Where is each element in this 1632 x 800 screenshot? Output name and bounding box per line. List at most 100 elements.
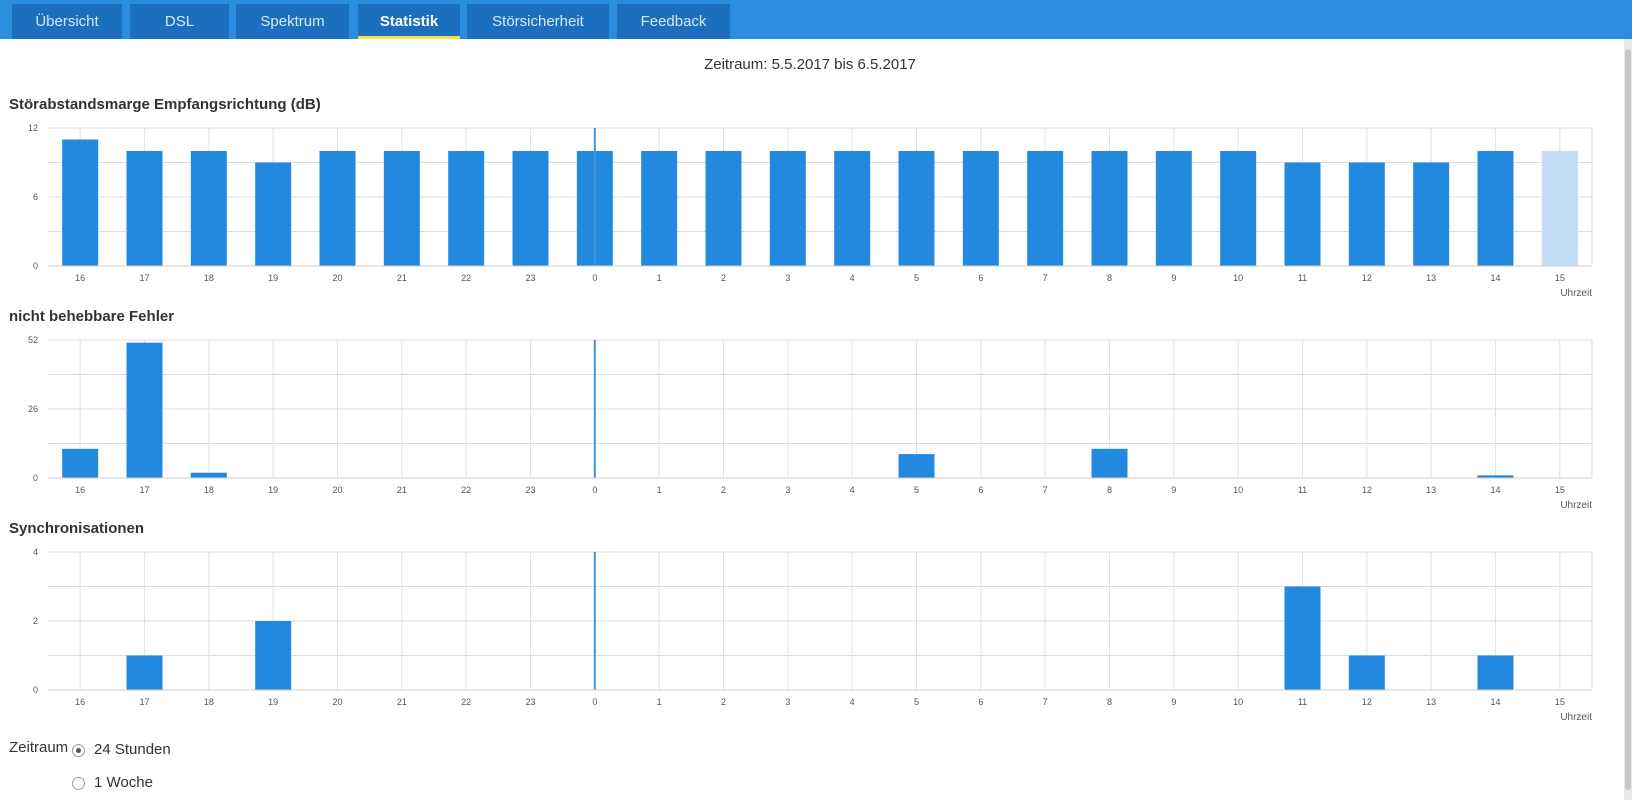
x-tick-label: 9: [1171, 697, 1176, 707]
x-tick-label: 5: [914, 273, 919, 283]
tab-spectrum[interactable]: Spektrum: [236, 4, 349, 39]
period-text: Zeitraum: 5.5.2017 bis 6.5.2017: [704, 56, 916, 73]
x-tick-label: 14: [1490, 485, 1500, 495]
x-tick-label: 0: [592, 485, 597, 495]
bar: [962, 151, 999, 266]
tab-label: Störsicherheit: [492, 13, 584, 30]
y-tick-label: 26: [28, 404, 38, 414]
x-tick-label: 22: [461, 485, 471, 495]
chart-title-snr-margin: Störabstandsmarge Empfangsrichtung (dB): [9, 96, 321, 113]
x-tick-label: 21: [397, 697, 407, 707]
x-axis-label: Uhrzeit: [1560, 288, 1592, 299]
bar: [1348, 655, 1385, 690]
bar: [1477, 655, 1514, 690]
x-tick-label: 15: [1555, 697, 1565, 707]
tab-statistics[interactable]: Statistik: [358, 4, 460, 39]
x-tick-label: 16: [75, 273, 85, 283]
x-tick-label: 14: [1490, 273, 1500, 283]
x-tick-label: 1: [657, 697, 662, 707]
x-tick-label: 22: [461, 697, 471, 707]
x-tick-label: 17: [139, 485, 149, 495]
x-tick-label: 11: [1298, 697, 1307, 707]
x-tick-label: 16: [75, 697, 85, 707]
x-tick-label: 4: [850, 485, 855, 495]
bar: [641, 151, 678, 266]
tab-label: Feedback: [640, 13, 707, 30]
bar: [383, 151, 420, 266]
x-tick-label: 8: [1107, 485, 1112, 495]
tab-interference-immunity[interactable]: Störsicherheit: [467, 4, 609, 39]
bar: [898, 454, 935, 478]
tab-label: DSL: [164, 13, 195, 30]
tab-dsl[interactable]: DSL: [130, 4, 229, 39]
bar: [1155, 151, 1192, 266]
x-tick-label: 13: [1426, 485, 1436, 495]
x-tick-label: 6: [978, 697, 983, 707]
range-1week-label[interactable]: 1 Woche: [94, 774, 153, 791]
x-tick-label: 5: [914, 697, 919, 707]
range-1week-radio[interactable]: [72, 777, 85, 790]
range-selector-label: Zeitraum: [9, 739, 69, 756]
x-tick-label: 8: [1107, 697, 1112, 707]
chart-uncorrectable-errors: 0265216 17 18 19 20 21 22 23 0 1 2 3 4 5 6 7 8 9 10 11 12 13 1…: [28, 335, 1593, 511]
active-tab-indicator: [358, 36, 460, 39]
x-tick-label: 22: [461, 273, 471, 283]
tab-label: Statistik: [379, 13, 439, 30]
tab-bar: Übersicht DSL Spektrum Statistik Störsic…: [0, 0, 1632, 39]
tab-feedback[interactable]: Feedback: [617, 4, 730, 39]
x-tick-label: 16: [75, 485, 85, 495]
x-tick-label: 20: [332, 273, 342, 283]
x-tick-label: 4: [850, 273, 855, 283]
bar: [62, 448, 99, 478]
x-tick-label: 6: [978, 485, 983, 495]
y-tick-label: 4: [33, 547, 38, 557]
bar: [126, 151, 163, 266]
x-tick-label: 18: [204, 485, 214, 495]
x-tick-label: 8: [1107, 273, 1112, 283]
bar: [1220, 151, 1257, 266]
x-tick-label: 18: [204, 697, 214, 707]
bar: [898, 151, 935, 266]
x-tick-label: 10: [1233, 697, 1243, 707]
x-tick-label: 13: [1426, 697, 1436, 707]
x-tick-label: 0: [592, 697, 597, 707]
x-tick-label: 2: [721, 273, 726, 283]
tab-overview[interactable]: Übersicht: [12, 4, 122, 39]
range-24h-label[interactable]: 24 Stunden: [94, 741, 171, 758]
x-tick-label: 17: [139, 697, 149, 707]
x-tick-label: 10: [1233, 485, 1243, 495]
x-tick-label: 1: [657, 273, 662, 283]
bar: [705, 151, 742, 266]
x-tick-label: 20: [332, 485, 342, 495]
vertical-scrollbar[interactable]: [1624, 39, 1632, 800]
scrollbar-thumb[interactable]: [1625, 49, 1631, 790]
x-tick-label: 11: [1298, 273, 1307, 283]
x-tick-label: 9: [1171, 485, 1176, 495]
bar: [1284, 586, 1321, 690]
x-tick-label: 3: [785, 697, 790, 707]
bar: [190, 472, 227, 478]
bar: [255, 621, 292, 690]
range-24h-radio[interactable]: [72, 744, 85, 757]
x-tick-label: 18: [204, 273, 214, 283]
x-tick-label: 12: [1362, 485, 1372, 495]
y-tick-label: 0: [33, 261, 38, 271]
x-tick-label: 12: [1362, 697, 1372, 707]
bar: [190, 151, 227, 266]
x-tick-label: 2: [721, 485, 726, 495]
x-tick-label: 21: [397, 485, 407, 495]
x-tick-label: 19: [268, 697, 278, 707]
bar: [834, 151, 871, 266]
x-tick-label: 20: [332, 697, 342, 707]
tab-label: Spektrum: [260, 13, 325, 30]
x-tick-label: 7: [1043, 273, 1048, 283]
x-tick-label: 19: [268, 485, 278, 495]
y-tick-label: 0: [33, 685, 38, 695]
bar: [1477, 151, 1514, 266]
x-tick-label: 9: [1171, 273, 1176, 283]
x-tick-label: 23: [525, 485, 535, 495]
bar: [769, 151, 806, 266]
x-tick-label: 21: [397, 273, 407, 283]
bar: [126, 655, 163, 690]
x-tick-label: 17: [139, 273, 149, 283]
